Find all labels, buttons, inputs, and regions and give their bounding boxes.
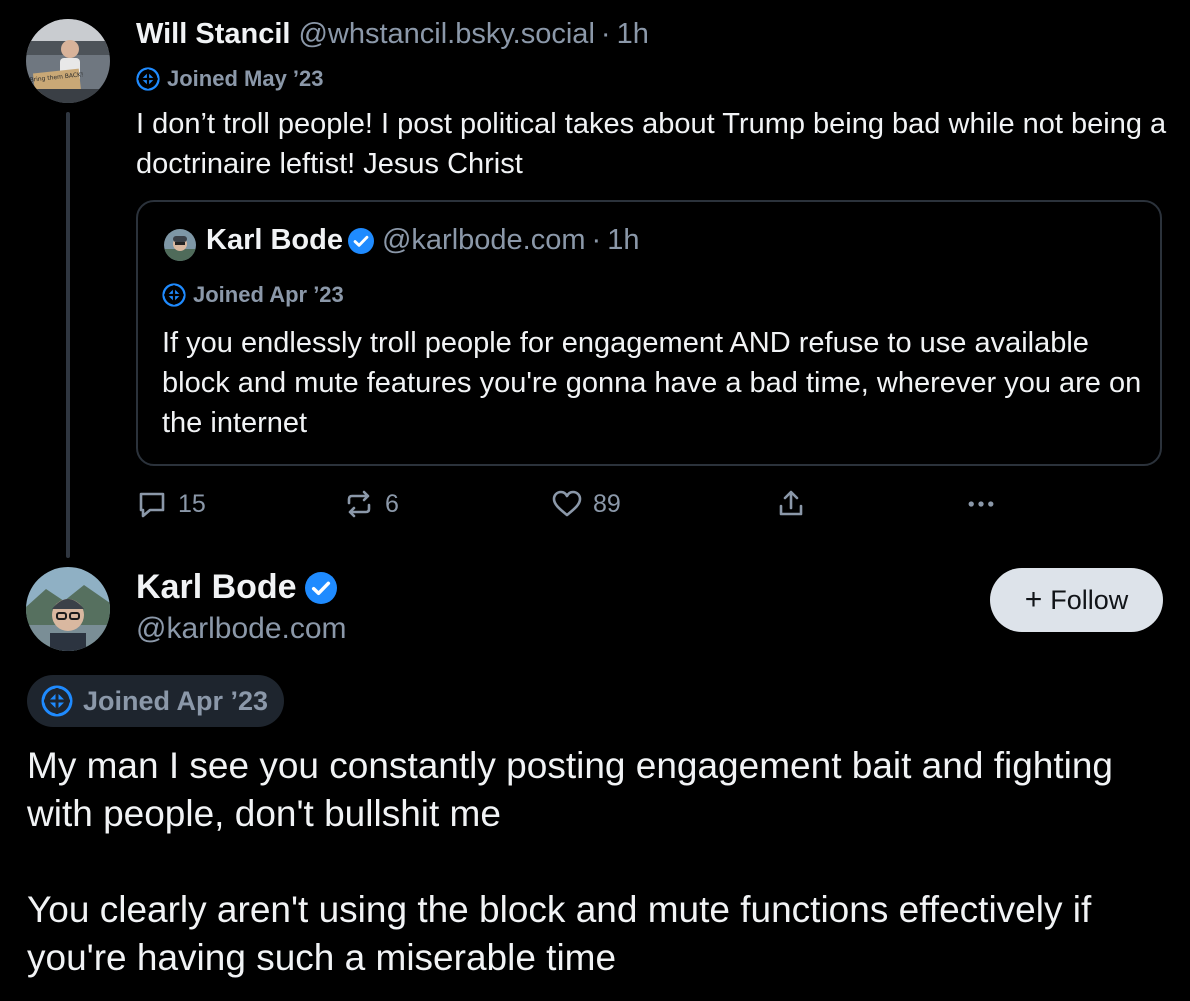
main-avatar-image: [26, 567, 110, 651]
heart-icon: [552, 490, 582, 517]
main-avatar[interactable]: [26, 567, 110, 651]
verified-badge-icon[interactable]: [304, 571, 337, 604]
joined-badge: Joined May ’23: [136, 66, 324, 92]
like-button[interactable]: 89: [551, 488, 621, 520]
separator-dot: ·: [600, 18, 611, 50]
post-action-bar: 15 6 89: [0, 488, 1190, 528]
follow-label: Follow: [1050, 584, 1129, 615]
share-icon: [779, 490, 803, 516]
joined-text: Joined May ’23: [167, 66, 324, 91]
main-author-display-name[interactable]: Karl Bode: [136, 568, 297, 607]
plus-icon: +: [1024, 583, 1043, 616]
author-handle[interactable]: @whstancil.bsky.social: [298, 18, 594, 51]
reply-button[interactable]: 15: [136, 488, 206, 520]
avatar-image: Bring them BACK!: [26, 19, 110, 103]
post-paragraph: My man I see you constantly posting enga…: [27, 745, 1114, 834]
reply-count: 15: [178, 489, 206, 518]
post-timestamp[interactable]: 1h: [617, 18, 649, 51]
separator-dot: ·: [591, 224, 602, 256]
quote-joined-badge: Joined Apr ’23: [162, 282, 344, 308]
more-options-button[interactable]: [965, 488, 997, 520]
post-header: Will Stancil @whstancil.bsky.social · 1h: [136, 18, 649, 58]
quote-timestamp[interactable]: 1h: [607, 224, 639, 257]
quote-header: Karl Bode @karlbode.com · 1h: [206, 224, 639, 257]
quote-author-name[interactable]: Karl Bode: [206, 224, 343, 257]
new-account-icon: [162, 283, 186, 307]
repost-icon: [347, 490, 371, 518]
verified-badge-icon[interactable]: [347, 227, 374, 254]
quote-joined-text: Joined Apr ’23: [193, 282, 344, 307]
post-thread-view: Bring them BACK! Will Stancil @whstancil…: [0, 0, 1190, 1001]
like-count: 89: [593, 489, 621, 518]
quote-avatar[interactable]: [164, 229, 196, 261]
quote-author-handle[interactable]: @karlbode.com: [382, 224, 586, 257]
more-horizontal-icon: [968, 501, 994, 507]
joined-badge: Joined Apr ’23: [27, 675, 285, 727]
parent-post[interactable]: Bring them BACK! Will Stancil @whstancil…: [0, 0, 1190, 560]
quote-avatar-image: [164, 229, 196, 261]
share-button[interactable]: [775, 488, 807, 520]
main-post-text: My man I see you constantly posting enga…: [27, 742, 1177, 982]
new-account-icon: [41, 685, 73, 717]
joined-text: Joined Apr ’23: [83, 685, 269, 716]
author-display-name[interactable]: Will Stancil: [136, 18, 290, 51]
avatar[interactable]: Bring them BACK!: [26, 19, 110, 103]
reply-icon: [139, 492, 165, 518]
quote-text: If you endlessly troll people for engage…: [162, 327, 1142, 439]
main-author-handle[interactable]: @karlbode.com: [136, 612, 347, 646]
main-author-header: Karl Bode: [136, 568, 337, 607]
quote-post-card[interactable]: Karl Bode @karlbode.com · 1h Joined Apr …: [136, 200, 1162, 466]
repost-button[interactable]: 6: [343, 488, 399, 520]
post-paragraph: You clearly aren't using the block and m…: [27, 889, 1092, 978]
repost-count: 6: [385, 489, 399, 518]
follow-button[interactable]: + Follow: [990, 568, 1163, 632]
post-text: I don’t troll people! I post political t…: [136, 108, 1167, 180]
new-account-icon: [136, 67, 160, 91]
